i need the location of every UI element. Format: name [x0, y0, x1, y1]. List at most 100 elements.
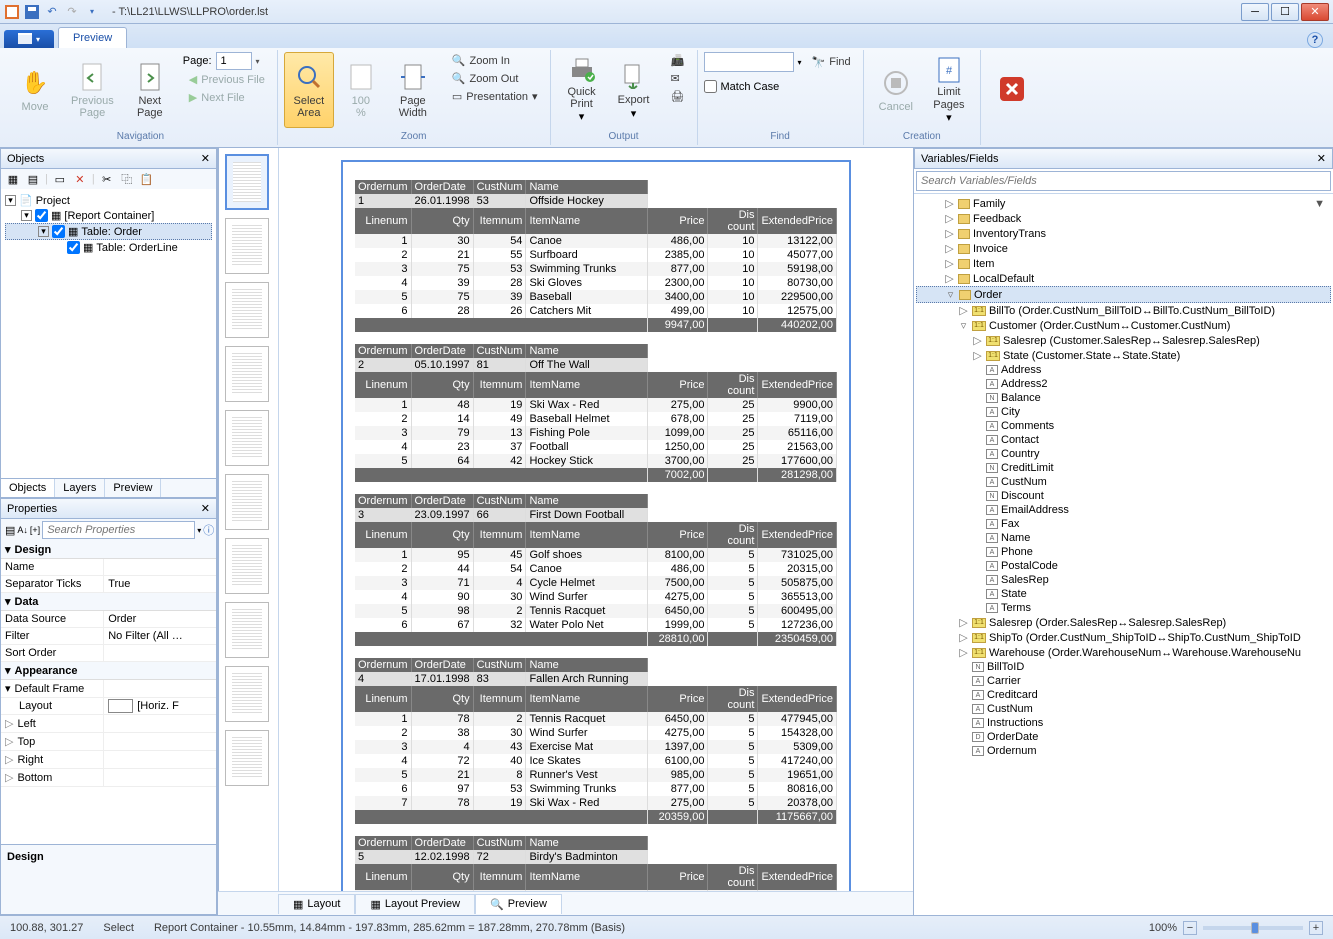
prop-row[interactable]: Layout [Horiz. F [1, 698, 216, 715]
save-icon[interactable] [24, 4, 40, 20]
email-button[interactable]: ✉ [665, 70, 691, 87]
help-icon[interactable]: ? [1307, 32, 1323, 48]
props-close-icon[interactable]: ✕ [201, 502, 210, 515]
thumbnail[interactable] [225, 154, 269, 210]
var-node[interactable]: AAddress2 [916, 377, 1331, 391]
prop-row[interactable]: ▷ Right [1, 751, 216, 769]
qat-dropdown-icon[interactable]: ▾ [84, 4, 100, 20]
var-node[interactable]: ASalesRep [916, 573, 1331, 587]
var-node[interactable]: ACountry [916, 447, 1331, 461]
thumbnail[interactable] [225, 602, 269, 658]
find-input[interactable] [704, 52, 794, 72]
select-area-button[interactable]: Select Area [284, 52, 334, 128]
tree-node-container[interactable]: ▾▦[Report Container] [5, 208, 212, 223]
var-node[interactable]: ACustNum [916, 475, 1331, 489]
page-input[interactable] [216, 52, 252, 70]
var-node[interactable]: AOrdernum [916, 744, 1331, 758]
prev-page-button[interactable]: Previous Page [62, 52, 123, 128]
limit-pages-button[interactable]: #Limit Pages ▾ [924, 52, 974, 128]
var-node[interactable]: ▷Item [916, 256, 1331, 271]
maximize-button[interactable]: ☐ [1271, 3, 1299, 21]
var-node[interactable]: ▷1:1ShipTo (Order.CustNum_ShipToID↔ShipT… [916, 630, 1331, 645]
tab-layout-preview[interactable]: ▦Layout Preview [355, 894, 475, 914]
var-node[interactable]: ▷1:1Salesrep (Order.SalesRep↔Salesrep.Sa… [916, 615, 1331, 630]
quick-print-button[interactable]: Quick Print ▾ [557, 52, 607, 128]
prop-row[interactable]: ▾Default Frame [1, 680, 216, 698]
filter-icon[interactable]: ▼ [1314, 198, 1325, 210]
var-node[interactable]: ▷LocalDefault [916, 271, 1331, 286]
tb-icon[interactable]: ▤ [25, 171, 41, 187]
objects-tab-objects[interactable]: Objects [1, 479, 55, 497]
tree-node-project[interactable]: ▾📄Project [5, 193, 212, 208]
var-node[interactable]: AComments [916, 419, 1331, 433]
thumbnail[interactable] [225, 666, 269, 722]
var-node[interactable]: ACustNum [916, 702, 1331, 716]
page-width-button[interactable]: Page Width [388, 52, 438, 128]
var-node[interactable]: ACity [916, 405, 1331, 419]
prop-row[interactable]: Separator TicksTrue [1, 576, 216, 593]
var-node[interactable]: ▷Family▼ [916, 196, 1331, 211]
var-node[interactable]: AName [916, 531, 1331, 545]
var-node[interactable]: ▷InventoryTrans [916, 226, 1331, 241]
thumbnail[interactable] [225, 474, 269, 530]
close-button[interactable]: ✕ [1301, 3, 1329, 21]
export-button[interactable]: Export ▾ [609, 52, 659, 128]
undo-icon[interactable]: ↶ [44, 4, 60, 20]
thumbnail[interactable] [225, 346, 269, 402]
cut-icon[interactable]: ✂ [99, 171, 115, 187]
zoom-in-button[interactable]: 🔍Zoom In [446, 52, 544, 69]
objects-close-icon[interactable]: ✕ [201, 152, 210, 165]
paste-icon[interactable]: 📋 [139, 171, 155, 187]
var-node[interactable]: DOrderDate [916, 730, 1331, 744]
var-node[interactable]: ▷1:1State (Customer.State↔State.State) [916, 348, 1331, 363]
var-node[interactable]: ▷1:1BillTo (Order.CustNum_BillToID↔BillT… [916, 303, 1331, 318]
prop-row[interactable]: FilterNo Filter (All … [1, 628, 216, 645]
cat-data[interactable]: Data [15, 596, 39, 608]
prop-row[interactable]: ▷ Left [1, 715, 216, 733]
var-node[interactable]: APostalCode [916, 559, 1331, 573]
redo-icon[interactable]: ↷ [64, 4, 80, 20]
var-node[interactable]: ACreditcard [916, 688, 1331, 702]
prop-row[interactable]: Sort Order [1, 645, 216, 662]
print-button[interactable]: 🖨 [665, 88, 691, 105]
tab-preview[interactable]: Preview [58, 27, 127, 48]
presentation-button[interactable]: ▭Presentation ▾ [446, 88, 544, 105]
var-node[interactable]: NCreditLimit [916, 461, 1331, 475]
thumbnail[interactable] [225, 218, 269, 274]
var-node[interactable]: AEmailAddress [916, 503, 1331, 517]
var-node[interactable]: NBalance [916, 391, 1331, 405]
tree-node-table-order[interactable]: ▾▦Table: Order [5, 223, 212, 240]
var-node[interactable]: ▿1:1Customer (Order.CustNum↔Customer.Cus… [916, 318, 1331, 333]
objects-tab-layers[interactable]: Layers [55, 479, 105, 497]
var-node[interactable]: AContact [916, 433, 1331, 447]
tb-icon[interactable]: ▤ [5, 524, 15, 537]
cancel-button[interactable]: Cancel [870, 52, 922, 128]
100pct-button[interactable]: 100 % [336, 52, 386, 128]
fax-button[interactable]: 📠 [665, 52, 691, 69]
preview-canvas[interactable]: OrdernumOrderDateCustNumName126.01.19985… [279, 148, 913, 891]
prev-file-button[interactable]: ◀Previous File [183, 71, 271, 88]
zoom-out-button[interactable]: 🔍Zoom Out [446, 70, 544, 87]
var-node[interactable]: NBillToID [916, 660, 1331, 674]
cat-appearance[interactable]: Appearance [15, 665, 78, 677]
move-button[interactable]: ✋Move [10, 52, 60, 128]
var-node[interactable]: ▷Feedback [916, 211, 1331, 226]
vars-search-input[interactable] [916, 171, 1331, 191]
tab-preview-view[interactable]: 🔍Preview [475, 894, 562, 914]
thumbnail[interactable] [225, 282, 269, 338]
prop-row[interactable]: Name [1, 559, 216, 576]
tb-icon[interactable]: [+] [30, 525, 40, 535]
prop-row[interactable]: ▷ Top [1, 733, 216, 751]
tree-node-table-orderline[interactable]: ▦Table: OrderLine [5, 240, 212, 255]
tb-icon[interactable]: A↓ [17, 525, 28, 535]
tb-icon[interactable]: ▦ [5, 171, 21, 187]
cat-design[interactable]: Design [15, 544, 52, 556]
var-node[interactable]: ATerms [916, 601, 1331, 615]
variables-tree[interactable]: ▷Family▼▷Feedback▷InventoryTrans▷Invoice… [914, 194, 1333, 915]
vars-close-icon[interactable]: ✕ [1317, 152, 1326, 165]
var-node[interactable]: NDiscount [916, 489, 1331, 503]
var-node[interactable]: AAddress [916, 363, 1331, 377]
var-node[interactable]: ▷Invoice [916, 241, 1331, 256]
var-node[interactable]: ACarrier [916, 674, 1331, 688]
tb-icon[interactable]: ▭ [52, 171, 68, 187]
